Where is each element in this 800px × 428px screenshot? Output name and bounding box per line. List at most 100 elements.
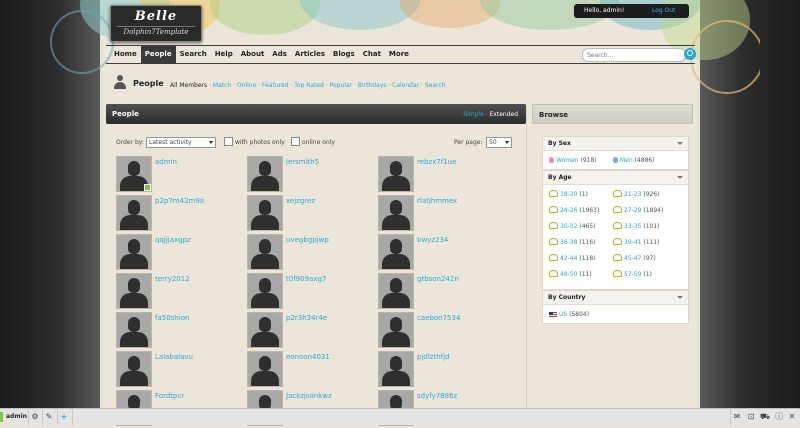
member-name-link[interactable]: sdyfy7886z bbox=[417, 392, 457, 400]
nav-chat[interactable]: Chat bbox=[359, 46, 385, 63]
member-name-link[interactable]: p2p7m42m9a bbox=[155, 197, 204, 205]
member-name-link[interactable]: admin bbox=[155, 158, 177, 166]
member-avatar[interactable] bbox=[247, 195, 283, 231]
member-name-link[interactable]: rebzx7f1ue bbox=[417, 158, 456, 166]
with-photos-checkbox[interactable] bbox=[224, 137, 233, 146]
member-avatar[interactable] bbox=[378, 156, 414, 192]
sex-men[interactable]: Men (4886) bbox=[613, 157, 655, 164]
nav-home[interactable]: Home bbox=[110, 46, 141, 63]
member-name-link[interactable]: eonoon4031 bbox=[286, 353, 330, 361]
member-avatar[interactable] bbox=[378, 351, 414, 387]
nav-ads[interactable]: Ads bbox=[268, 46, 291, 63]
member-name-link[interactable]: Lalabalavu bbox=[155, 353, 193, 361]
view-simple-link[interactable]: Simple bbox=[463, 111, 484, 118]
search-icon[interactable] bbox=[684, 48, 696, 60]
member-avatar[interactable] bbox=[116, 195, 152, 231]
age-range-link[interactable]: 39-41 (111) bbox=[613, 238, 660, 246]
age-range-link[interactable]: 30-32 (465) bbox=[549, 222, 596, 230]
member-avatar[interactable] bbox=[116, 273, 152, 309]
order-value: Latest activity bbox=[149, 139, 192, 146]
member-name-link[interactable]: jersmith5 bbox=[286, 158, 319, 166]
member-name-link[interactable]: qqjjjaxgpz bbox=[155, 236, 191, 244]
cart-icon[interactable]: ⛟ bbox=[760, 412, 770, 422]
info-icon[interactable]: ⓘ bbox=[774, 412, 784, 422]
online-status-icon bbox=[0, 412, 3, 422]
member-name-link[interactable]: rlatjhmmex bbox=[417, 197, 457, 205]
member-name-link[interactable]: Fordtpcr bbox=[155, 392, 184, 400]
age-range-link[interactable]: 42-44 (118) bbox=[549, 254, 596, 262]
age-range-link[interactable]: 27-29 (1894) bbox=[613, 206, 663, 214]
age-range-link[interactable]: 21-23 (926) bbox=[613, 190, 660, 198]
bottom-user[interactable]: admin bbox=[0, 409, 27, 425]
by-country-header[interactable]: By Country bbox=[543, 291, 688, 305]
member-avatar[interactable] bbox=[247, 156, 283, 192]
member-name-link[interactable]: p2r3h34r4e bbox=[286, 314, 327, 322]
member-avatar[interactable] bbox=[378, 195, 414, 231]
submenu-birthdays[interactable]: Birthdays bbox=[358, 82, 387, 89]
site-logo[interactable]: Belle Dolphin7Template bbox=[110, 5, 202, 42]
by-age-header[interactable]: By Age bbox=[543, 171, 688, 185]
member-avatar[interactable] bbox=[378, 273, 414, 309]
per-page-select[interactable]: 50 bbox=[486, 137, 512, 148]
close-icon[interactable]: ✕ bbox=[787, 412, 797, 422]
member-name-link[interactable]: caebon7534 bbox=[417, 314, 460, 322]
member-name-link[interactable]: bwyz234 bbox=[417, 236, 448, 244]
logout-link[interactable]: Log Out bbox=[652, 4, 676, 18]
member-name-link[interactable]: terry2012 bbox=[155, 275, 190, 283]
submenu-featured[interactable]: Featured bbox=[262, 82, 288, 89]
member-avatar[interactable] bbox=[116, 312, 152, 348]
nav-blogs[interactable]: Blogs bbox=[329, 46, 359, 63]
member-card: eonoon4031 bbox=[247, 351, 367, 389]
submenu-match[interactable]: Match bbox=[213, 82, 231, 89]
age-range-link[interactable]: 48-50 (11) bbox=[549, 270, 592, 278]
age-range-link[interactable]: 45-47 (97) bbox=[613, 254, 656, 262]
submenu-search[interactable]: Search bbox=[425, 82, 446, 89]
nav-people[interactable]: People bbox=[140, 46, 176, 63]
gear-icon[interactable]: ⚙ bbox=[30, 412, 40, 422]
submenu-all-members[interactable]: All Members bbox=[170, 82, 207, 89]
view-extended-link[interactable]: Extended bbox=[490, 111, 519, 118]
submenu-calendar[interactable]: Calendar bbox=[392, 82, 419, 89]
nav-articles[interactable]: Articles bbox=[291, 46, 329, 63]
member-avatar[interactable] bbox=[378, 312, 414, 348]
member-name-link[interactable]: t0f909axg7 bbox=[286, 275, 326, 283]
member-avatar[interactable] bbox=[116, 234, 152, 270]
member-name-link[interactable]: xejzgrez bbox=[286, 197, 315, 205]
sex-women[interactable]: Women (918) bbox=[549, 157, 597, 164]
member-name-link[interactable]: Jackzjsonkwz bbox=[286, 392, 332, 400]
member-name-link[interactable]: fa50shion bbox=[155, 314, 189, 322]
submenu-online[interactable]: Online bbox=[237, 82, 256, 89]
nav-about[interactable]: About bbox=[237, 46, 269, 63]
age-range-link[interactable]: 57-59 (1) bbox=[613, 270, 652, 278]
age-range-link[interactable]: 24-26 (1963) bbox=[549, 206, 599, 214]
member-avatar[interactable] bbox=[116, 351, 152, 387]
age-range-link[interactable]: 18-20 (1) bbox=[549, 190, 588, 198]
nav-search[interactable]: Search bbox=[176, 46, 211, 63]
order-select[interactable]: Latest activity bbox=[146, 137, 216, 148]
submenu-popular[interactable]: Popular bbox=[330, 82, 353, 89]
people-block-header: People Simple · Extended bbox=[106, 104, 526, 124]
age-range-link[interactable]: 33-35 (101) bbox=[613, 222, 660, 230]
by-sex-header[interactable]: By Sex bbox=[543, 137, 688, 151]
edit-icon[interactable]: ✎ bbox=[44, 412, 54, 422]
member-avatar[interactable] bbox=[247, 351, 283, 387]
member-avatar[interactable] bbox=[247, 273, 283, 309]
age-range-link[interactable]: 36-38 (116) bbox=[549, 238, 596, 246]
member-name-link[interactable]: pjdlzthfjd bbox=[417, 353, 449, 361]
lock-icon[interactable]: ⊡ bbox=[746, 412, 756, 422]
person-icon bbox=[114, 75, 126, 89]
member-name-link[interactable]: gtbson242n bbox=[417, 275, 459, 283]
country-us[interactable]: US (5804) bbox=[549, 311, 589, 318]
add-icon[interactable]: + bbox=[59, 412, 69, 422]
nav-help[interactable]: Help bbox=[211, 46, 237, 63]
member-avatar[interactable] bbox=[247, 312, 283, 348]
search-input[interactable] bbox=[583, 49, 677, 60]
nav-more[interactable]: More bbox=[385, 46, 413, 63]
submenu-top-rated[interactable]: Top Rated bbox=[294, 82, 324, 89]
online-only-checkbox[interactable] bbox=[291, 137, 300, 146]
member-name-link[interactable]: uvegbgpjwp bbox=[286, 236, 329, 244]
by-age-title: By Age bbox=[548, 174, 572, 181]
member-avatar[interactable] bbox=[247, 234, 283, 270]
member-avatar[interactable] bbox=[378, 234, 414, 270]
mail-icon[interactable]: ✉ bbox=[732, 412, 742, 422]
